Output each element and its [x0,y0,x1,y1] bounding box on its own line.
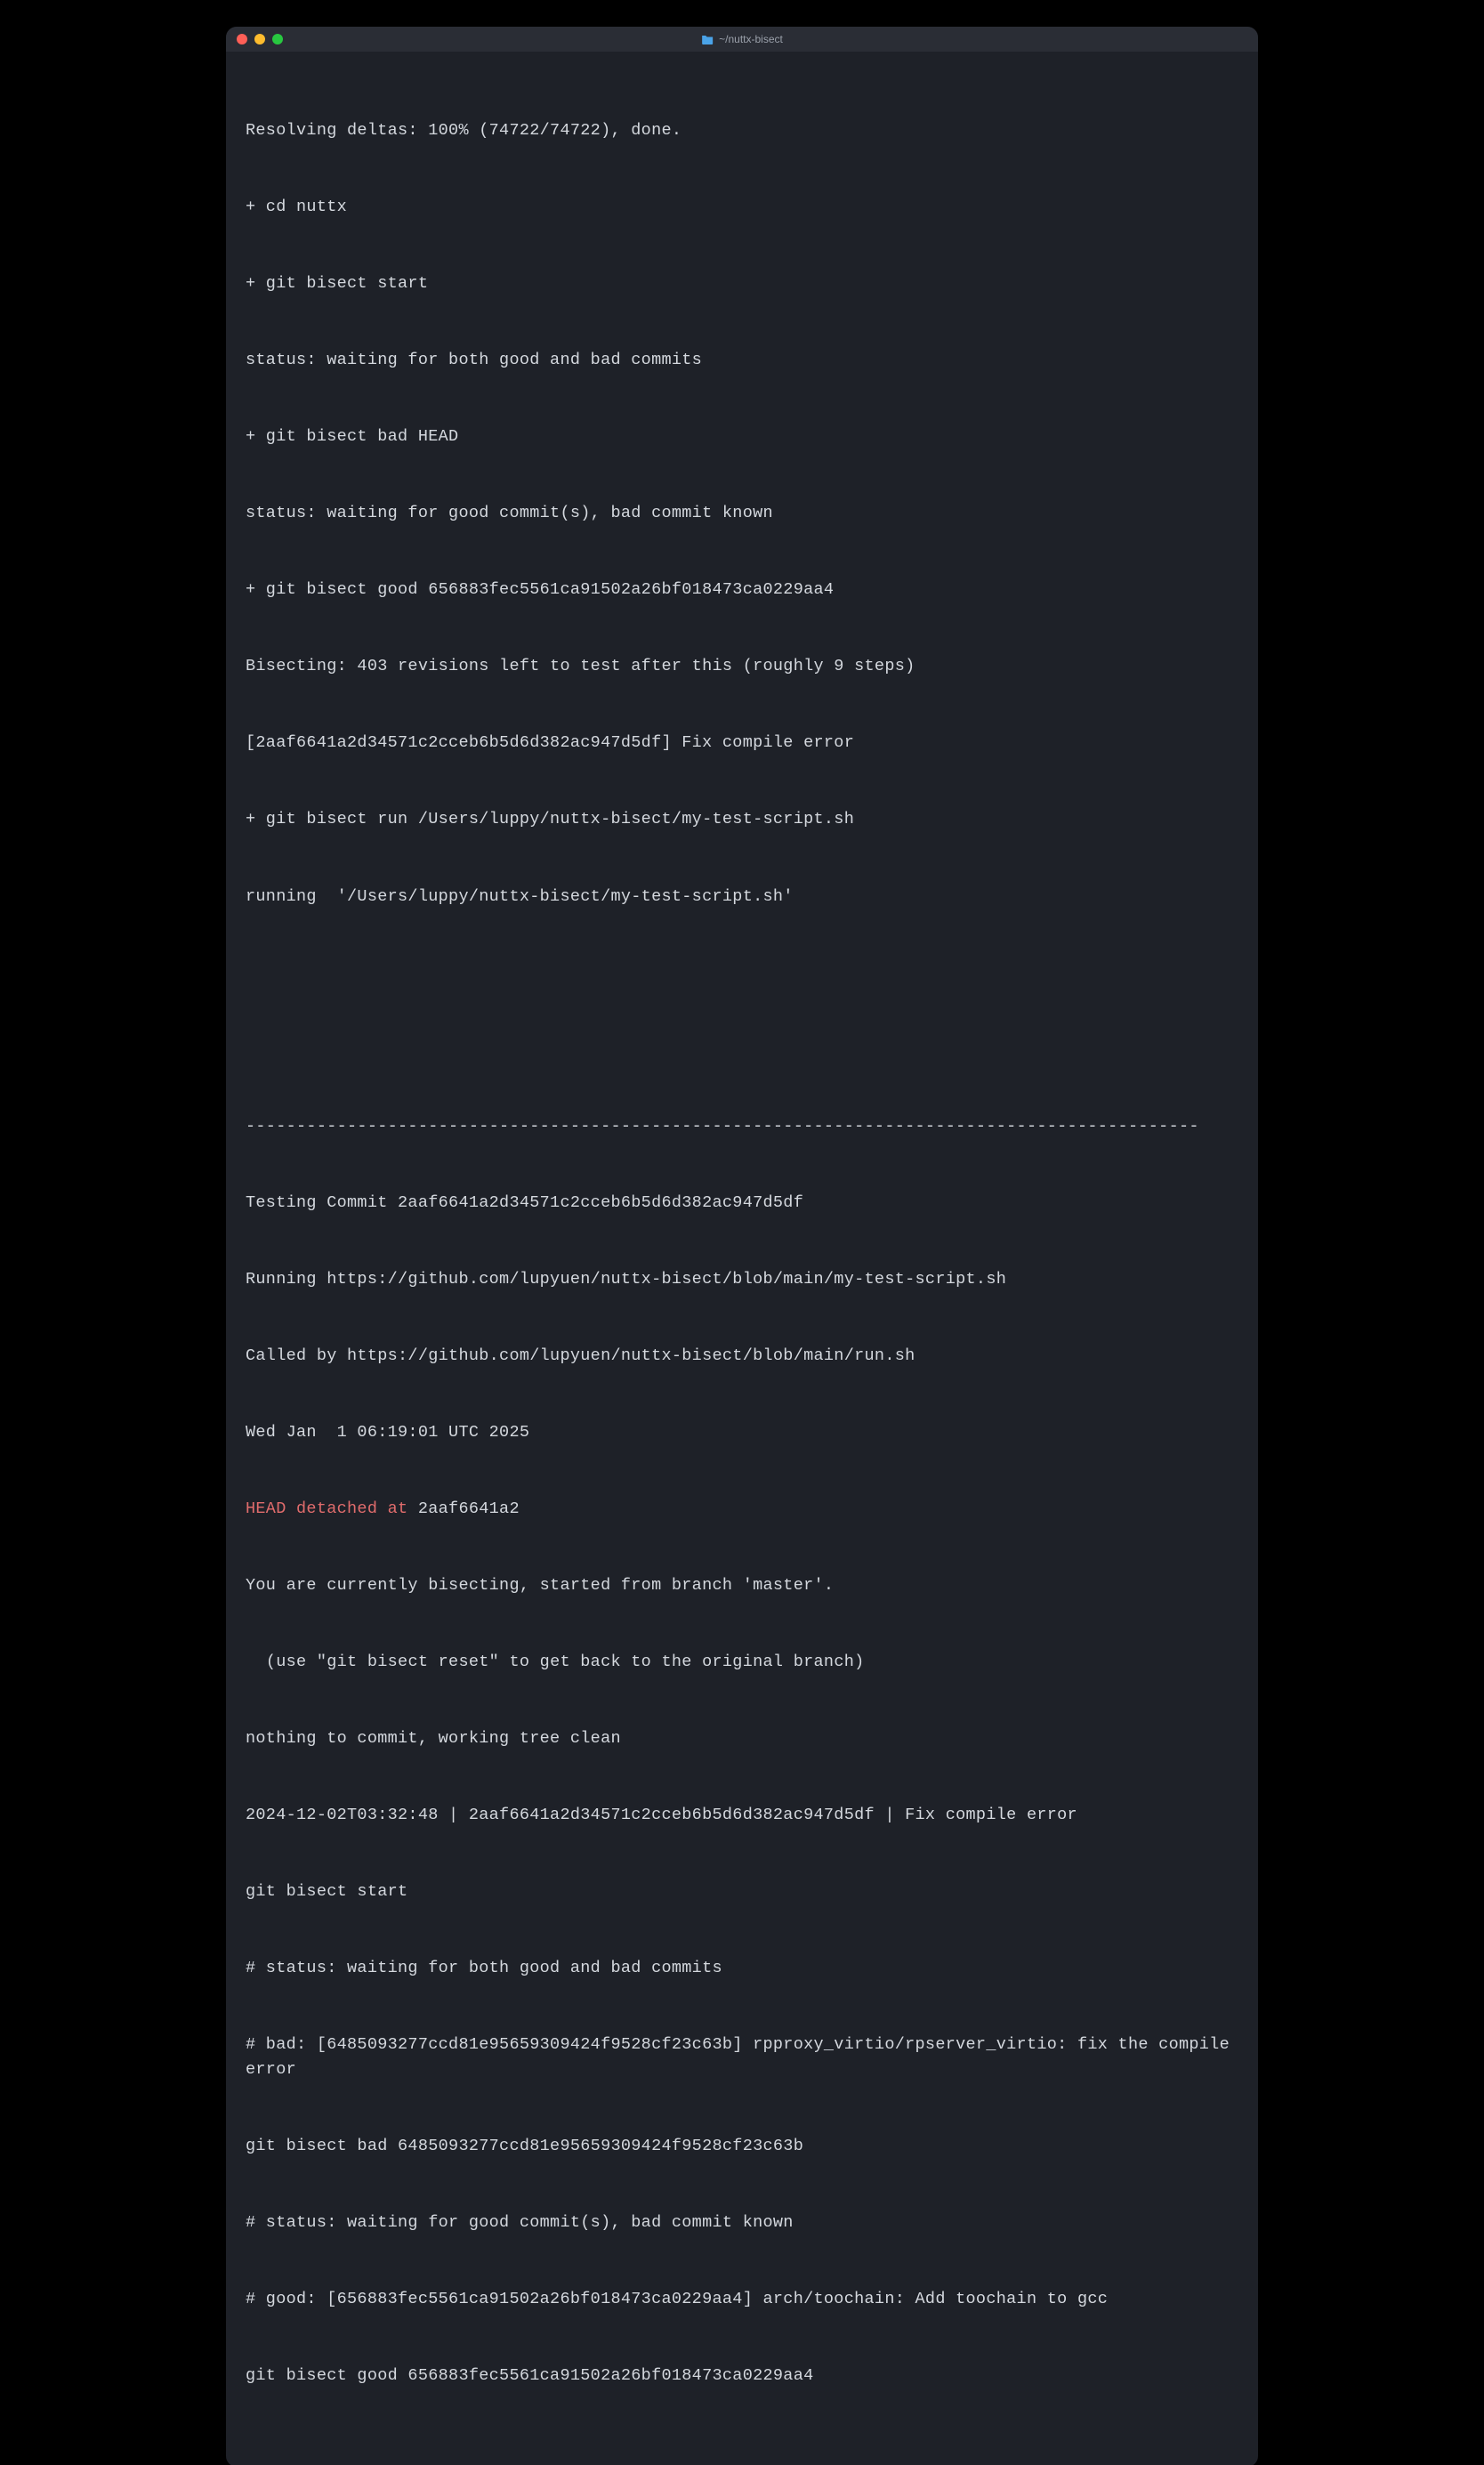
terminal-line: status: waiting for both good and bad co… [246,348,1238,374]
terminal-body[interactable]: Resolving deltas: 100% (74722/74722), do… [226,52,1258,2465]
terminal-line: ----------------------------------------… [246,1114,1238,1140]
terminal-line: 2024-12-02T03:32:48 | 2aaf6641a2d34571c2… [246,1803,1238,1829]
terminal-line-head-detached: HEAD detached at 2aaf6641a2 [246,1497,1238,1523]
terminal-line: + cd nuttx [246,195,1238,221]
terminal-line: + git bisect good 656883fec5561ca91502a2… [246,578,1238,603]
terminal-line: Resolving deltas: 100% (74722/74722), do… [246,118,1238,144]
terminal-line: running '/Users/luppy/nuttx-bisect/my-te… [246,885,1238,910]
minimize-button[interactable] [254,34,265,44]
terminal-line: [2aaf6641a2d34571c2cceb6b5d6d382ac947d5d… [246,731,1238,756]
head-detached-hash: 2aaf6641a2 [418,1499,520,1518]
terminal-line: git bisect start [246,1879,1238,1905]
terminal-line [246,961,1238,987]
terminal-line: nothing to commit, working tree clean [246,1726,1238,1752]
terminal-line: git bisect bad 6485093277ccd81e956593094… [246,2134,1238,2160]
window-title-container: ~/nuttx-bisect [701,33,783,45]
terminal-line [246,1038,1238,1063]
window-title: ~/nuttx-bisect [719,33,783,45]
terminal-line: status: waiting for good commit(s), bad … [246,501,1238,527]
terminal-line: Testing Commit 2aaf6641a2d34571c2cceb6b5… [246,1191,1238,1216]
close-button[interactable] [237,34,247,44]
maximize-button[interactable] [272,34,283,44]
terminal-line: + git bisect start [246,271,1238,297]
terminal-line: # status: waiting for good commit(s), ba… [246,2210,1238,2236]
terminal-line: # bad: [6485093277ccd81e95659309424f9528… [246,2033,1238,2083]
terminal-line: + git bisect run /Users/luppy/nuttx-bise… [246,807,1238,833]
terminal-line: + git bisect bad HEAD [246,424,1238,450]
terminal-line: # good: [656883fec5561ca91502a26bf018473… [246,2287,1238,2313]
terminal-line: Wed Jan 1 06:19:01 UTC 2025 [246,1420,1238,1446]
terminal-line: # status: waiting for both good and bad … [246,1956,1238,1982]
titlebar[interactable]: ~/nuttx-bisect [226,27,1258,52]
traffic-lights [237,34,283,44]
terminal-line: Called by https://github.com/lupyuen/nut… [246,1344,1238,1370]
terminal-line: You are currently bisecting, started fro… [246,1573,1238,1599]
terminal-line: Bisecting: 403 revisions left to test af… [246,654,1238,680]
folder-icon [701,35,714,44]
terminal-line: git bisect good 656883fec5561ca91502a26b… [246,2364,1238,2389]
terminal-window: ~/nuttx-bisect Resolving deltas: 100% (7… [226,27,1258,2465]
head-detached-prefix: HEAD detached at [246,1499,418,1518]
terminal-line: Running https://github.com/lupyuen/nuttx… [246,1267,1238,1293]
terminal-line: (use "git bisect reset" to get back to t… [246,1650,1238,1676]
